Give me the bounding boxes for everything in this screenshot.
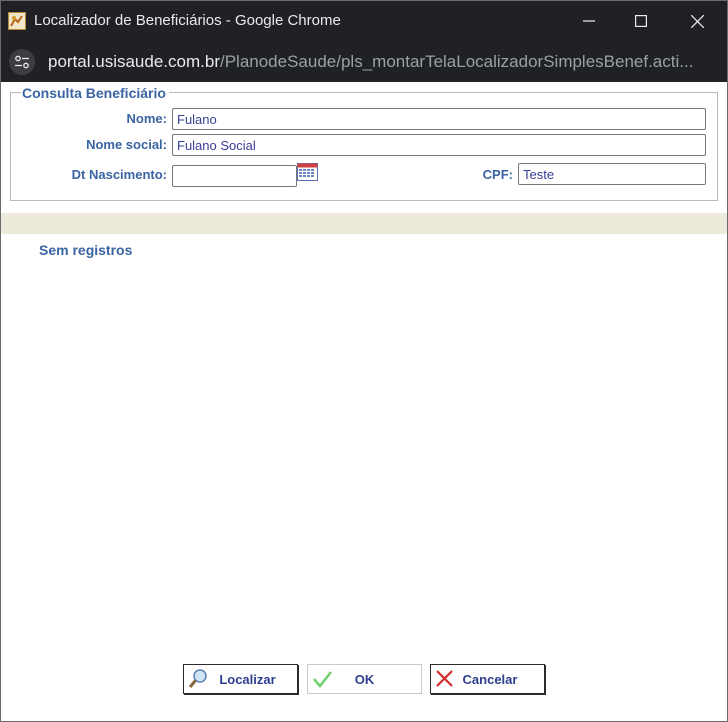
fieldset-legend: Consulta Beneficiário [21,85,169,101]
ok-label: OK [354,672,375,687]
nome-social-label: Nome social: [86,137,167,152]
tune-icon [15,55,29,69]
url-text[interactable]: portal.usisaude.com.br/PlanodeSaude/pls_… [48,52,708,72]
window-title: Localizador de Beneficiários - Google Ch… [34,12,341,29]
cpf-label: CPF: [482,167,513,182]
minimize-icon [583,20,595,22]
empty-results-message: Sem registros [39,242,133,258]
cancelar-label: Cancelar [462,672,518,687]
ok-button[interactable]: OK [307,664,422,694]
nome-social-input[interactable] [172,134,706,156]
close-icon [691,15,704,28]
address-bar[interactable]: portal.usisaude.com.br/PlanodeSaude/pls_… [1,41,727,82]
cpf-input[interactable] [518,163,706,185]
results-header-band [1,213,727,234]
nome-label: Nome: [126,111,167,126]
url-path: /PlanodeSaude/pls_montarTelaLocalizadorS… [219,52,694,71]
minimize-button[interactable] [563,1,615,41]
localizar-label: Localizar [219,672,276,687]
cancelar-button[interactable]: Cancelar [430,664,545,694]
close-button[interactable] [671,1,723,41]
maximize-icon [635,15,647,27]
nome-input[interactable] [172,108,706,130]
app-favicon-icon [8,12,26,30]
localizar-button[interactable]: Localizar [183,664,298,694]
dt-nascimento-label: Dt Nascimento: [71,167,167,182]
site-settings-button[interactable] [9,49,35,75]
maximize-button[interactable] [615,1,667,41]
calendar-icon[interactable] [297,163,318,181]
browser-popup-window: Localizador de Beneficiários - Google Ch… [0,0,728,722]
dt-nascimento-input[interactable] [172,165,297,187]
url-host: portal.usisaude.com.br [48,52,220,71]
title-bar[interactable]: Localizador de Beneficiários - Google Ch… [1,1,727,41]
